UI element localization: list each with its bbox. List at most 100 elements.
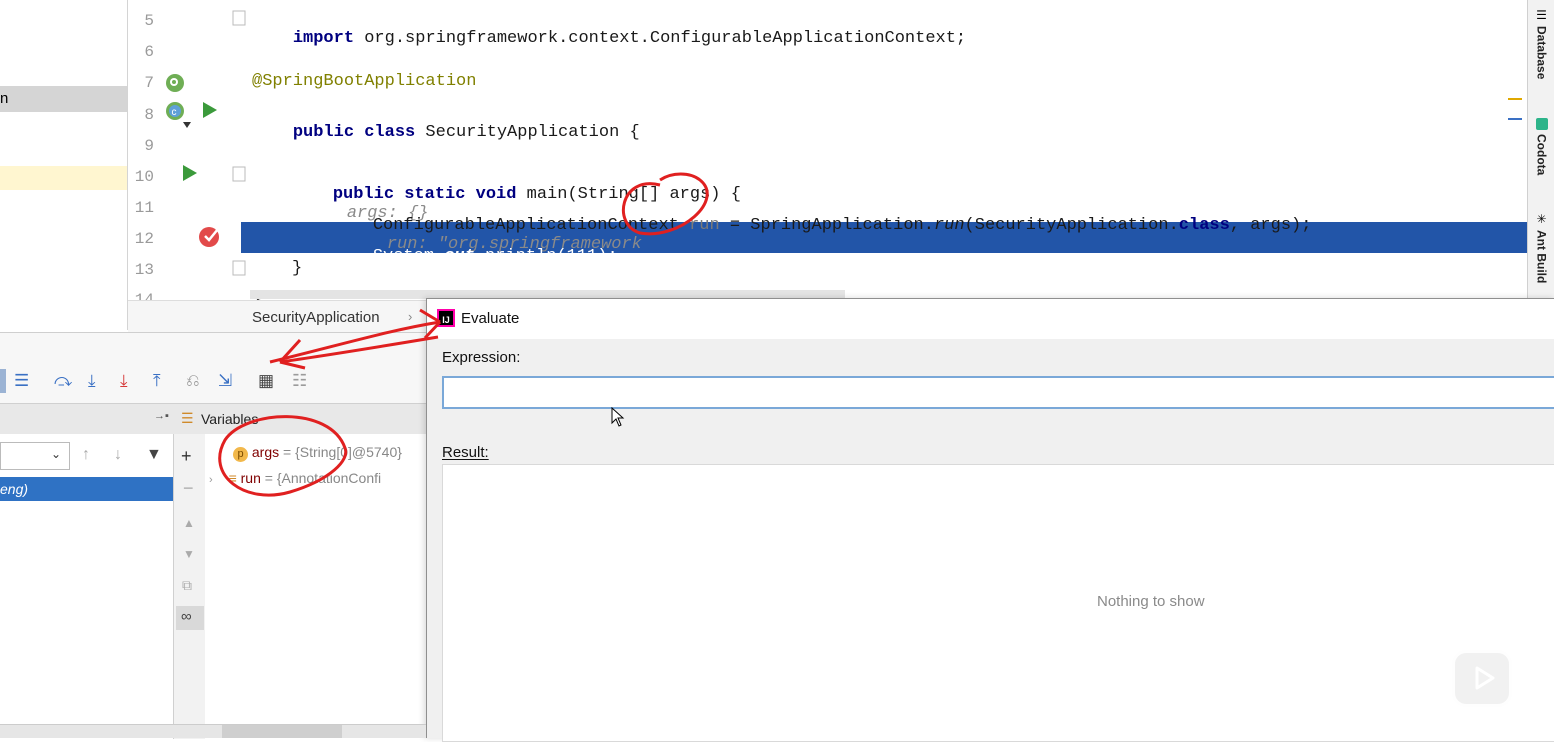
- line-number: 9: [144, 137, 154, 155]
- code-text: = SpringApplication.: [719, 216, 934, 235]
- debug-tool-window: ☰ ⤼ ⤓ ⤓ ⤒ ⎌ ⇲ ▦ ☷ →▪ ⌄ ↑ ↓ ▼ eng) + − ▲ …: [0, 332, 426, 739]
- intellij-app-icon: IJ: [437, 309, 455, 327]
- tab-label: Database: [1534, 26, 1549, 80]
- code-text: (SecurityApplication.: [964, 216, 1179, 235]
- video-play-watermark: [1452, 650, 1512, 707]
- breakpoint-icon[interactable]: [198, 224, 222, 248]
- code-line-12[interactable]: System.out.println(111);: [332, 228, 618, 285]
- filter-icon[interactable]: ▼: [146, 446, 162, 464]
- variable-name: run: [689, 216, 720, 235]
- error-stripe-marker[interactable]: [1508, 118, 1522, 120]
- line-number: 12: [134, 230, 154, 248]
- status-tab-active[interactable]: [222, 725, 342, 738]
- copy-icon[interactable]: ⧉: [182, 577, 192, 594]
- variable-row[interactable]: p args = {String[0]@5740}: [233, 444, 402, 462]
- variables-header: ☰ Variables: [173, 404, 426, 434]
- variable-name: args: [251, 444, 280, 460]
- code-line-5[interactable]: import org.springframework.context.Confi…: [252, 10, 966, 67]
- error-stripe-marker[interactable]: [1508, 98, 1522, 100]
- keyword: import: [292, 29, 355, 48]
- variable-value: = {String[0]@5740}: [279, 444, 402, 460]
- code-text: System.: [372, 247, 445, 266]
- step-into-icon[interactable]: ⤓: [88, 371, 96, 391]
- breadcrumb-item[interactable]: SecurityApplication: [252, 309, 380, 326]
- mouse-cursor-icon: [611, 407, 625, 427]
- code-line-7[interactable]: @SpringBootApplication: [252, 72, 476, 91]
- project-item-label: n: [0, 90, 9, 107]
- line-number: 8: [144, 106, 154, 124]
- fold-icon[interactable]: [232, 166, 248, 184]
- code-text: SecurityApplication {: [415, 123, 640, 142]
- project-tree-selected-row[interactable]: n: [0, 86, 127, 112]
- frames-panel: →▪ ⌄ ↑ ↓ ▼ eng): [0, 403, 173, 739]
- variables-side-toolbar: + − ▲ ▼ ⧉ ∞: [173, 403, 207, 739]
- evaluate-expression-icon[interactable]: ▦: [258, 371, 274, 391]
- add-watch-icon[interactable]: +: [181, 446, 192, 467]
- line-number: 5: [144, 12, 154, 30]
- chevron-right-icon: ›: [408, 309, 413, 324]
- class-run-gutter-icon[interactable]: c: [164, 100, 192, 130]
- evaluate-dialog: IJ Evaluate Expression: Result: Nothing …: [426, 298, 1554, 742]
- arrow-down-icon[interactable]: ↓: [114, 446, 122, 464]
- database-tab[interactable]: ☰ Database: [1528, 8, 1554, 79]
- code-line-13[interactable]: }: [292, 259, 302, 278]
- pin-icon[interactable]: →▪: [154, 410, 169, 422]
- dialog-title-bar[interactable]: IJ Evaluate: [427, 299, 1554, 339]
- arrow-up-icon[interactable]: ↑: [82, 446, 90, 464]
- chevron-right-icon[interactable]: ›: [209, 474, 213, 486]
- fold-icon[interactable]: [232, 260, 248, 278]
- run-main-icon[interactable]: [182, 164, 198, 182]
- move-down-icon[interactable]: ▼: [183, 547, 195, 561]
- code-line-8[interactable]: public class SecurityApplication {: [252, 104, 640, 161]
- line-number: 6: [144, 43, 154, 61]
- chevron-down-icon: ⌄: [51, 447, 62, 461]
- play-icon: [1475, 666, 1495, 690]
- force-step-into-icon[interactable]: ⤓: [120, 371, 128, 391]
- right-tool-window-strip: ☰ Database Codota ✳ Ant Build: [1527, 0, 1554, 300]
- object-icon: ≡: [228, 470, 237, 486]
- threads-icon[interactable]: ☰: [14, 371, 29, 391]
- show-watches-toggle[interactable]: ∞: [176, 606, 204, 630]
- expression-input[interactable]: [442, 376, 1554, 409]
- frame-row-selected[interactable]: eng): [0, 477, 173, 501]
- debug-status-strip: [0, 724, 426, 738]
- project-tree-panel: n: [0, 0, 128, 330]
- trace-icon[interactable]: ☷: [292, 371, 307, 391]
- field-name: out: [444, 247, 475, 266]
- tab-label: Ant Build: [1534, 230, 1549, 284]
- code-text: org.springframework.context.Configurable…: [354, 29, 967, 48]
- codota-tab[interactable]: Codota: [1528, 118, 1554, 175]
- code-editor[interactable]: 5 6 7 8 9 10 11 12 13 14 c import org.sp…: [128, 0, 1528, 300]
- result-label: Result:: [442, 444, 489, 461]
- drop-frame-icon[interactable]: ⎌: [186, 371, 200, 391]
- keyword: class: [1178, 216, 1230, 235]
- variables-title: Variables: [201, 411, 259, 427]
- codota-icon: [1535, 118, 1548, 130]
- line-number: 10: [134, 168, 154, 186]
- fold-icon[interactable]: [232, 10, 248, 28]
- toolbar-edge: [0, 369, 6, 393]
- ant-build-tab[interactable]: ✳ Ant Build: [1528, 212, 1554, 283]
- keyword: public class: [292, 123, 416, 142]
- code-text: .println(111);: [474, 247, 618, 266]
- tab-label: Codota: [1534, 134, 1549, 176]
- parameter-icon: p: [233, 447, 248, 462]
- code-text: , args);: [1229, 216, 1312, 235]
- run-icon[interactable]: [202, 101, 218, 119]
- move-up-icon[interactable]: ▲: [183, 516, 195, 530]
- ant-icon: ✳: [1536, 212, 1547, 226]
- step-over-icon[interactable]: ⤼: [54, 371, 72, 391]
- project-tree-highlight-row[interactable]: [0, 166, 127, 190]
- thread-selector[interactable]: ⌄: [0, 442, 70, 470]
- spring-bean-icon[interactable]: [164, 72, 186, 94]
- frame-label: eng): [0, 481, 29, 497]
- line-number: 11: [134, 199, 154, 217]
- line-number: 13: [134, 261, 154, 279]
- run-to-cursor-icon[interactable]: ⇲: [218, 371, 232, 391]
- step-out-icon[interactable]: ⤒: [153, 371, 161, 391]
- variables-icon: ☰: [181, 410, 194, 426]
- remove-watch-icon[interactable]: −: [183, 478, 194, 499]
- line-number: 7: [144, 74, 154, 92]
- variable-row[interactable]: › ≡ run = {AnnotationConfi: [209, 470, 381, 486]
- result-tree[interactable]: Nothing to show: [442, 464, 1554, 742]
